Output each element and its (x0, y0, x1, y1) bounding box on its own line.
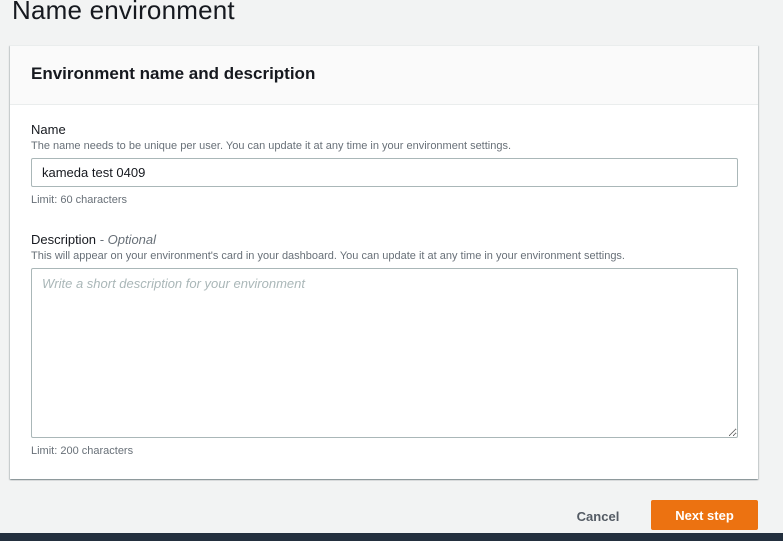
description-field-group: Description - Optional This will appear … (31, 232, 738, 458)
environment-details-card: Environment name and description Name Th… (10, 45, 758, 479)
description-textarea[interactable] (31, 268, 738, 438)
optional-marker: - Optional (99, 232, 157, 247)
description-help-text: This will appear on your environment's c… (31, 250, 625, 262)
description-limit: Limit: 200 characters (31, 445, 134, 457)
name-description: The name needs to be unique per user. Yo… (31, 140, 512, 152)
description-label: Description (31, 232, 97, 247)
name-label: Name (31, 122, 66, 137)
description-label-row: Description - Optional (31, 232, 738, 248)
name-limit: Limit: 60 characters (31, 194, 127, 206)
page-title: Name environment (12, 0, 235, 25)
card-header: Environment name and description (10, 46, 758, 105)
cancel-button[interactable]: Cancel (566, 502, 630, 530)
bottom-bar (0, 533, 783, 541)
page: Name environment Environment name and de… (0, 0, 783, 541)
card-title: Environment name and description (31, 64, 316, 83)
next-step-button[interactable]: Next step (651, 500, 758, 530)
name-input[interactable] (31, 158, 738, 187)
name-field-group: Name The name needs to be unique per use… (31, 122, 738, 207)
